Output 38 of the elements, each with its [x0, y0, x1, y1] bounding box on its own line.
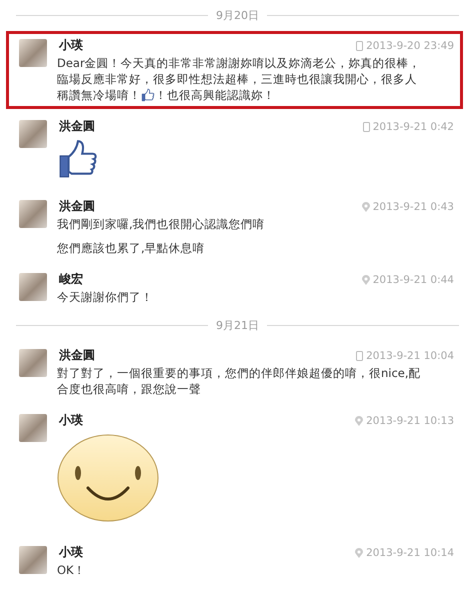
avatar-photo-placeholder[interactable]: [19, 349, 47, 377]
avatar-photo-placeholder[interactable]: [19, 546, 47, 574]
location-pin-icon: [362, 274, 370, 284]
message-time: 2013-9-21 0:42: [372, 120, 454, 132]
avatar-photo-placeholder[interactable]: [19, 39, 47, 67]
sender-name[interactable]: 小瑛: [57, 544, 83, 561]
sender-name[interactable]: 洪金圓: [57, 347, 95, 364]
message-text: OK！: [57, 562, 87, 578]
message-text: 我們剛到家囉,我們也很開心認識您們唷: [57, 216, 266, 232]
phone-icon: [356, 40, 364, 50]
message-time: 2013-9-21 10:13: [366, 414, 454, 426]
date-divider-label: 9月20日: [216, 8, 259, 23]
avatar-photo-placeholder[interactable]: [19, 414, 47, 442]
date-divider-label: 9月21日: [216, 318, 259, 333]
location-pin-icon: [355, 416, 364, 426]
location-pin-icon: [362, 202, 370, 212]
message-time: 2013-9-21 10:04: [366, 350, 454, 362]
message-text: 您們應該也累了,早點休息唷: [57, 240, 206, 256]
avatar-photo-placeholder[interactable]: [19, 273, 47, 301]
thumbs-up-sticker: [57, 138, 99, 180]
sender-name[interactable]: 洪金圓: [57, 198, 95, 215]
avatar-photo-placeholder[interactable]: [19, 200, 47, 228]
sender-name[interactable]: 小瑛: [57, 412, 83, 429]
thumbs-up-icon: [141, 88, 155, 102]
location-pin-icon: [355, 548, 364, 558]
phone-icon: [356, 350, 364, 360]
message-time: 2013-9-20 23:49: [366, 40, 454, 52]
message-text: Dear金圓！今天真的非常非常謝謝妳唷以及妳滴老公，妳真的很棒，臨場反應非常好，很多即性想法超棒，三進時也很讓我開心，很多人稱讚無冷場唷！ ！也很高興能認識妳！: [57, 55, 422, 103]
avatar-photo-placeholder[interactable]: [19, 120, 47, 148]
sender-name[interactable]: 洪金圓: [57, 118, 95, 135]
message-time: 2013-9-21 0:43: [372, 200, 454, 212]
sender-name[interactable]: 峻宏: [57, 271, 83, 288]
phone-icon: [362, 122, 370, 132]
message-time: 2013-9-21 10:14: [366, 546, 454, 558]
sender-name[interactable]: 小瑛: [57, 37, 83, 54]
message-text: 今天謝謝你們了！: [57, 289, 154, 305]
message-time: 2013-9-21 0:44: [372, 274, 454, 286]
message-text: 對了對了，一個很重要的事項，您們的伴郎伴娘超優的唷，很nice,配合度也很高唷，跟您說一聲: [57, 365, 422, 397]
